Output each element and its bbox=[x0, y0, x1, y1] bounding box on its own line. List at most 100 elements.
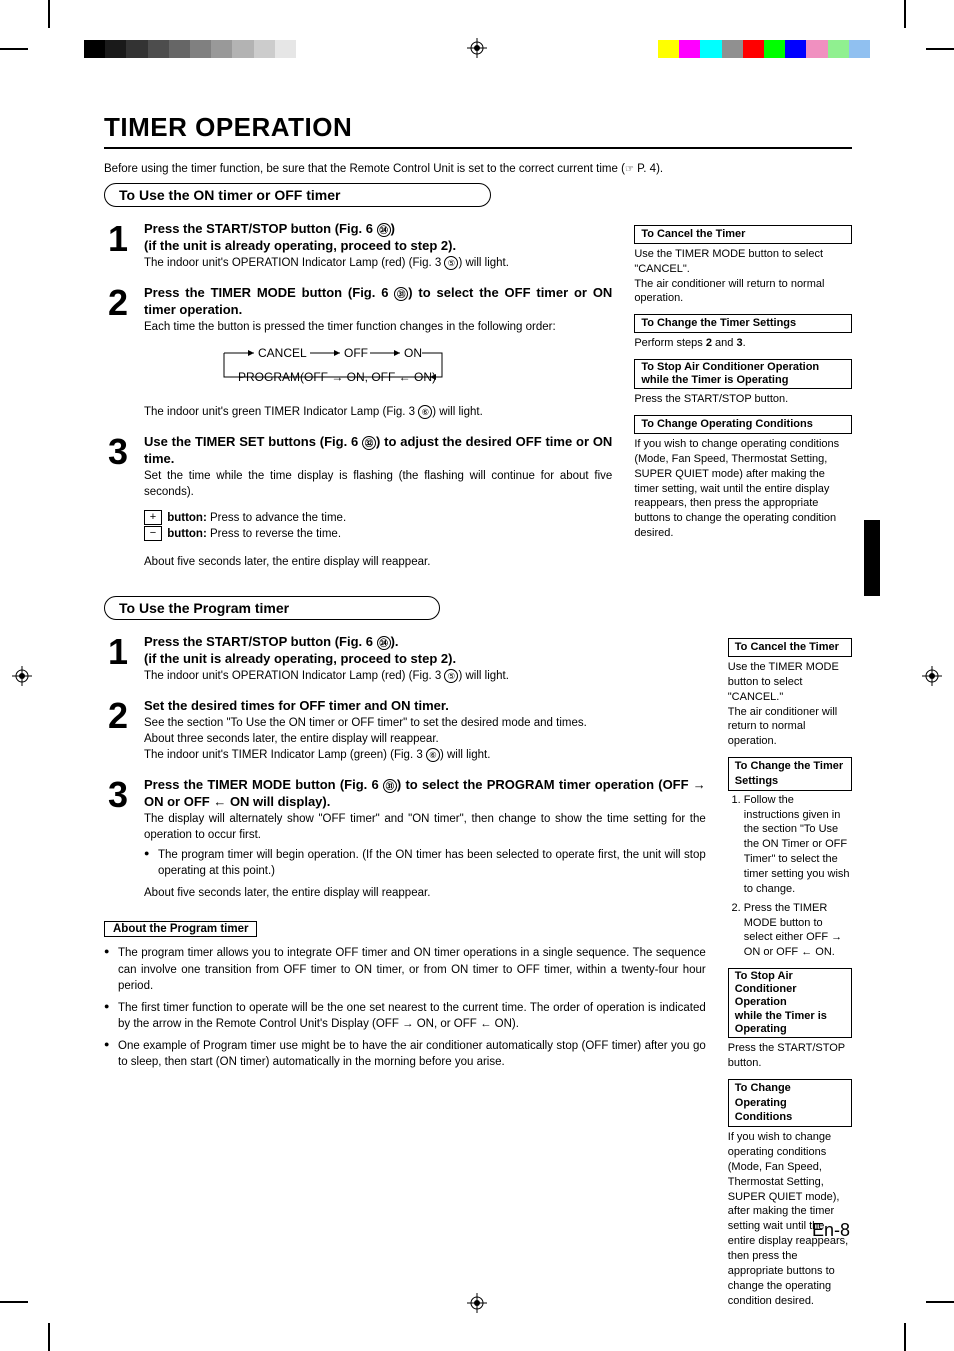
step-text: The display will alternately show "OFF t… bbox=[144, 811, 706, 843]
list-item: Press the TIMER MODE button to select ei… bbox=[744, 901, 852, 960]
step-a1: 1 Press the START/STOP button (Fig. 6 ㉔)… bbox=[104, 221, 612, 271]
section-b-side: To Cancel the Timer Use the TIMER MODE b… bbox=[728, 634, 852, 1316]
section-b-heading: To Use the Program timer bbox=[104, 596, 440, 620]
bullet-item: The first timer function to operate will… bbox=[104, 1000, 706, 1032]
step-number: 2 bbox=[104, 285, 132, 420]
button-word: button: bbox=[164, 512, 207, 524]
flow-on: ON bbox=[404, 346, 422, 360]
flow-program: PROGRAM(OFF → ON, OFF ← ON) bbox=[238, 370, 436, 384]
bullet-item: One example of Program timer use might b… bbox=[104, 1038, 706, 1070]
step-text: About five seconds later, the entire dis… bbox=[144, 554, 612, 570]
step-text: Each time the button is pressed the time… bbox=[144, 319, 612, 335]
step-a3: 3 Use the TIMER SET buttons (Fig. 6 ㉜) t… bbox=[104, 434, 612, 570]
side-title: To Cancel the Timer bbox=[634, 225, 852, 244]
step-text: Set the time while the time display is f… bbox=[144, 468, 612, 500]
step-bullets: The program timer will begin operation. … bbox=[144, 847, 706, 879]
ref-circle: ⑤ bbox=[444, 256, 458, 270]
bullet-item: The program timer will begin operation. … bbox=[144, 847, 706, 879]
rule bbox=[104, 147, 852, 149]
side-list: Follow the instructions given in the sec… bbox=[728, 793, 852, 960]
page-title: TIMER OPERATION bbox=[104, 112, 852, 143]
plus-icon: + bbox=[144, 510, 162, 525]
step-b2: 2 Set the desired times for OFF timer an… bbox=[104, 698, 706, 763]
step-text: About three seconds later, the entire di… bbox=[144, 731, 706, 747]
section-a-columns: 1 Press the START/STOP button (Fig. 6 ㉔)… bbox=[104, 221, 852, 584]
content: TIMER OPERATION Before using the timer f… bbox=[104, 112, 852, 1316]
crop-mark bbox=[904, 1323, 906, 1351]
step-lead: Press the TIMER MODE button (Fig. 6 ㉛) t… bbox=[144, 777, 706, 811]
step-body: Use the TIMER SET buttons (Fig. 6 ㉜) to … bbox=[144, 434, 612, 570]
step-body: Press the START/STOP button (Fig. 6 ㉔). … bbox=[144, 634, 706, 684]
side-title: To Change Operating Conditions bbox=[634, 415, 852, 434]
intro-text: Before using the timer function, be sure… bbox=[104, 163, 852, 175]
thumb-tab bbox=[864, 520, 880, 596]
crop-mark bbox=[0, 48, 28, 50]
ref-circle: ㉜ bbox=[362, 436, 376, 450]
flow-off: OFF bbox=[344, 346, 368, 360]
grayscale-bar bbox=[84, 40, 296, 58]
step-number: 3 bbox=[104, 777, 132, 901]
step-lead: Press the TIMER MODE button (Fig. 6 ㉛) t… bbox=[144, 285, 612, 319]
flow-cancel: CANCEL bbox=[258, 346, 307, 360]
step-lead: Press the START/STOP button (Fig. 6 ㉔). … bbox=[144, 634, 706, 668]
side-title: To Change the Timer Settings bbox=[634, 314, 852, 333]
step-b1: 1 Press the START/STOP button (Fig. 6 ㉔)… bbox=[104, 634, 706, 684]
ref-circle: ⑤ bbox=[444, 669, 458, 683]
side-title: To Cancel the Timer bbox=[728, 638, 852, 657]
button-line: + button: button: Press to advance the t… bbox=[144, 510, 612, 526]
section-b-columns: 1 Press the START/STOP button (Fig. 6 ㉔)… bbox=[104, 634, 852, 1316]
pointer-icon: ☞ bbox=[625, 164, 634, 175]
step-text: The indoor unit's green TIMER Indicator … bbox=[144, 404, 612, 420]
intro-prefix: Before using the timer function, be sure… bbox=[104, 163, 625, 175]
crop-mark bbox=[48, 1323, 50, 1351]
about-title: About the Program timer bbox=[104, 921, 257, 937]
step-lead: Press the START/STOP button (Fig. 6 ㉔) (… bbox=[144, 221, 612, 255]
minus-icon: − bbox=[144, 526, 162, 541]
side-title: To Stop Air Conditioner Operationwhile t… bbox=[728, 968, 852, 1038]
step-body: Press the TIMER MODE button (Fig. 6 ㉛) t… bbox=[144, 285, 612, 420]
side-title: To Change the Timer Settings bbox=[728, 757, 852, 791]
step-text: See the section "To Use the ON timer or … bbox=[144, 715, 706, 731]
step-body: Press the TIMER MODE button (Fig. 6 ㉛) t… bbox=[144, 777, 706, 901]
step-a2: 2 Press the TIMER MODE button (Fig. 6 ㉛)… bbox=[104, 285, 612, 420]
intro-suffix: P. 4). bbox=[634, 163, 663, 175]
step-number: 3 bbox=[104, 434, 132, 570]
side-text: Perform steps 2 and 3. bbox=[634, 336, 852, 351]
step-body: Press the START/STOP button (Fig. 6 ㉔) (… bbox=[144, 221, 612, 271]
page: TIMER OPERATION Before using the timer f… bbox=[0, 0, 954, 1351]
section-b-main: 1 Press the START/STOP button (Fig. 6 ㉔)… bbox=[104, 634, 706, 1076]
color-bar bbox=[658, 40, 870, 58]
crop-mark bbox=[48, 0, 50, 28]
flow-svg: CANCEL OFF ON PROGRAM(OFF → ON, OFF ← ON… bbox=[184, 343, 484, 391]
section-a-heading: To Use the ON timer or OFF timer bbox=[104, 183, 491, 207]
ref-circle: ⑥ bbox=[426, 748, 440, 762]
button-word: button: bbox=[164, 528, 207, 540]
registration-mark-icon bbox=[12, 666, 32, 686]
side-text: Press the START/STOP button. bbox=[728, 1041, 852, 1071]
section-a-main: 1 Press the START/STOP button (Fig. 6 ㉔)… bbox=[104, 221, 612, 584]
about-bullets: The program timer allows you to integrat… bbox=[104, 945, 706, 1070]
step-text: The indoor unit's TIMER Indicator Lamp (… bbox=[144, 747, 706, 763]
step-lead: Use the TIMER SET buttons (Fig. 6 ㉜) to … bbox=[144, 434, 612, 468]
side-text: Use the TIMER MODE button to select "CAN… bbox=[728, 660, 852, 749]
step-text: About five seconds later, the entire dis… bbox=[144, 885, 706, 901]
step-lead: Set the desired times for OFF timer and … bbox=[144, 698, 706, 715]
ref-circle: ㉛ bbox=[394, 287, 408, 301]
button-line: − button: Press to reverse the time. bbox=[144, 526, 612, 542]
side-text: Use the TIMER MODE button to select "CAN… bbox=[634, 247, 852, 306]
crop-mark bbox=[926, 48, 954, 50]
section-a-side: To Cancel the Timer Use the TIMER MODE b… bbox=[634, 221, 852, 549]
ref-circle: ㉔ bbox=[377, 636, 391, 650]
step-text: The indoor unit's OPERATION Indicator La… bbox=[144, 668, 706, 684]
step-number: 1 bbox=[104, 634, 132, 684]
flow-diagram: CANCEL OFF ON PROGRAM(OFF → ON, OFF ← ON… bbox=[184, 343, 612, 396]
side-title: To Change Operating Conditions bbox=[728, 1079, 852, 1128]
step-text: The indoor unit's OPERATION Indicator La… bbox=[144, 255, 612, 271]
crop-mark bbox=[904, 0, 906, 28]
ref-circle: ㉔ bbox=[377, 223, 391, 237]
crop-mark bbox=[0, 1301, 28, 1303]
crop-mark bbox=[926, 1301, 954, 1303]
step-number: 2 bbox=[104, 698, 132, 763]
ref-circle: ⑥ bbox=[418, 405, 432, 419]
step-b3: 3 Press the TIMER MODE button (Fig. 6 ㉛)… bbox=[104, 777, 706, 901]
